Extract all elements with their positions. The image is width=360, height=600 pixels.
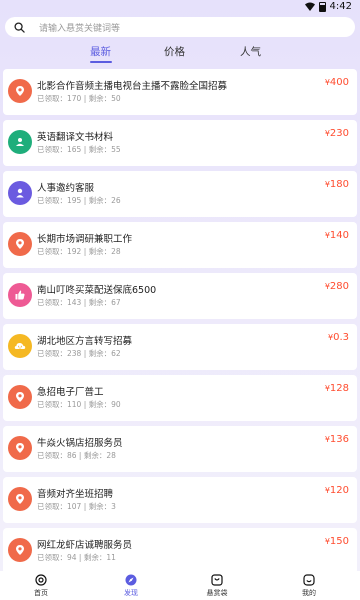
location-pin-icon (8, 79, 32, 103)
nav-home-label: 首页 (34, 589, 48, 597)
location-pin-icon (8, 385, 32, 409)
nav-discover[interactable]: 发现 (111, 574, 151, 598)
tab-popularity[interactable]: 人气 (240, 44, 261, 59)
nav-home[interactable]: 首页 (21, 574, 61, 598)
status-bar: 4:42 (0, 0, 360, 14)
task-stats: 已领取：165 | 剩余：55 (37, 145, 121, 154)
task-card[interactable]: 北影合作音频主播电视台主播不露脸全国招募 已领取：170 | 剩余：50 ¥400 (3, 69, 357, 115)
status-icons: 4:42 (304, 1, 352, 12)
task-stats: 已领取：192 | 剩余：28 (37, 247, 121, 256)
task-title: 音频对齐坐班招聘 (37, 489, 114, 500)
tab-price[interactable]: 价格 (164, 44, 185, 59)
location-pin-icon (8, 232, 32, 256)
task-stats: 已领取：170 | 剩余：50 (37, 94, 121, 103)
task-stats: 已领取：195 | 剩余：26 (37, 196, 121, 205)
nav-discover-label: 发现 (124, 589, 138, 597)
location-pin-icon (8, 538, 32, 562)
task-card[interactable]: 英语翻译文书材料 已领取：165 | 剩余：55 ¥230 (3, 120, 357, 166)
location-pin-icon (8, 436, 32, 460)
person-icon (8, 181, 32, 205)
reward-amount: 230 (329, 128, 349, 139)
search-icon (14, 21, 25, 33)
task-card[interactable]: 人事邀约客服已领取：195 | 剩余：26 ¥180 (3, 171, 357, 217)
nav-bounty-bag[interactable]: 悬赏袋 (197, 574, 237, 598)
wifi-icon (304, 2, 315, 11)
task-card[interactable]: 湖北地区方言转写招募 已领取：238 | 剩余：62 ¥0.3 (3, 324, 357, 370)
task-title: 牛焱火锅店招服务员 (37, 438, 123, 449)
task-reward: ¥140 (325, 230, 349, 241)
battery-icon (318, 1, 326, 12)
smile-cloud-icon (8, 334, 32, 358)
task-card[interactable]: 音频对齐坐班招聘 已领取：107 | 剩余：3 ¥120 (3, 477, 357, 523)
reward-amount: 180 (329, 179, 349, 190)
task-stats: 已领取：238 | 剩余：62 (37, 349, 121, 358)
reward-amount: 0.3 (333, 332, 349, 343)
task-reward: ¥136 (325, 434, 349, 445)
active-tab-indicator (90, 61, 112, 63)
task-reward: ¥280 (325, 281, 349, 292)
profile-icon (303, 574, 315, 586)
task-reward: ¥0.3 (328, 332, 349, 343)
search-input[interactable]: 请输入悬赏关键词等 (39, 21, 120, 34)
reward-amount: 140 (329, 230, 349, 241)
reward-amount: 150 (329, 536, 349, 547)
task-reward: ¥128 (325, 383, 349, 394)
nav-profile[interactable]: 我的 (289, 574, 329, 598)
task-title: 网红龙虾店诚聘服务员 (37, 540, 133, 551)
task-card[interactable]: 急招电子厂普工已领取：110 | 剩余：90 ¥128 (3, 375, 357, 421)
nav-profile-label: 我的 (302, 589, 316, 597)
bottom-nav: 首页 发现 悬赏袋 我的 (0, 571, 360, 600)
task-reward: ¥150 (325, 536, 349, 547)
status-time: 4:42 (329, 1, 352, 12)
task-stats: 已领取：110 | 剩余：90 (37, 400, 121, 409)
task-title: 湖北地区方言转写招募 (37, 336, 133, 347)
task-reward: ¥120 (325, 485, 349, 496)
task-title: 人事邀约客服 (37, 183, 95, 194)
task-card[interactable]: 牛焱火锅店招服务员 已领取：86 | 剩余：28 ¥136 (3, 426, 357, 472)
task-title: 北影合作音频主播电视台主播不露脸全国招募 (37, 81, 228, 92)
reward-amount: 128 (329, 383, 349, 394)
task-card[interactable]: 长期市场调研兼职工作 已领取：192 | 剩余：28 ¥140 (3, 222, 357, 268)
task-reward: ¥180 (325, 179, 349, 190)
reward-amount: 400 (329, 77, 349, 88)
tab-latest[interactable]: 最新 (90, 44, 111, 59)
task-list: 北影合作音频主播电视台主播不露脸全国招募 已领取：170 | 剩余：50 ¥400 英… (3, 69, 357, 579)
search-bar[interactable]: 请输入悬赏关键词等 (5, 17, 355, 37)
bag-icon (211, 574, 223, 586)
reward-amount: 120 (329, 485, 349, 496)
task-card[interactable]: 南山叮咚买菜配送保底6500 已领取：143 | 剩余：67 ¥280 (3, 273, 357, 319)
task-reward: ¥400 (325, 77, 349, 88)
task-title: 南山叮咚买菜配送保底6500 (37, 285, 157, 296)
task-card[interactable]: 网红龙虾店诚聘服务员 已领取：94 | 剩余：11 ¥150 (3, 528, 357, 574)
task-title: 英语翻译文书材料 (37, 132, 114, 143)
task-title: 长期市场调研兼职工作 (37, 234, 133, 245)
location-pin-icon (8, 487, 32, 511)
task-stats: 已领取：107 | 剩余：3 (37, 502, 116, 511)
reward-amount: 136 (329, 434, 349, 445)
task-title: 急招电子厂普工 (37, 387, 104, 398)
task-stats: 已领取：86 | 剩余：28 (37, 451, 116, 460)
home-icon (35, 574, 47, 586)
person-card-icon (8, 130, 32, 154)
task-stats: 已领取：94 | 剩余：11 (37, 553, 116, 562)
nav-bounty-bag-label: 悬赏袋 (206, 589, 228, 597)
task-stats: 已领取：143 | 剩余：67 (37, 298, 121, 307)
reward-amount: 280 (329, 281, 349, 292)
task-reward: ¥230 (325, 128, 349, 139)
filter-tabs: 最新 价格 人气 (0, 40, 360, 64)
compass-icon (125, 574, 137, 586)
thumbs-up-icon (8, 283, 32, 307)
